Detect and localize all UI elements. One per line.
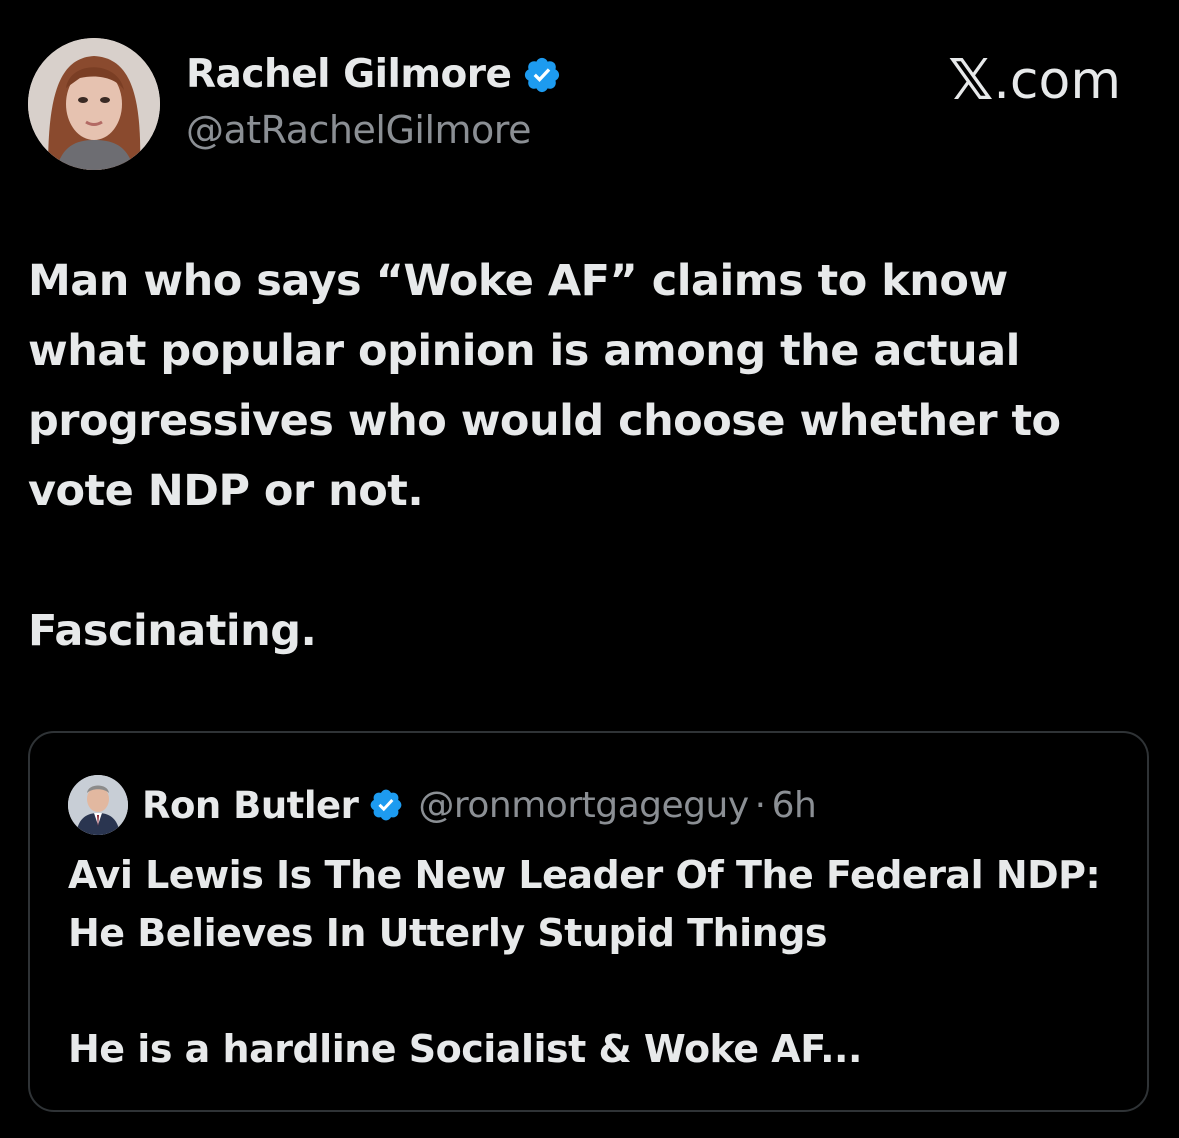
quoted-paragraph-1: Avi Lewis Is The New Leader Of The Feder… [68,853,1101,955]
quoted-post-time[interactable]: 6h [772,785,817,826]
quoted-post-text: Avi Lewis Is The New Leader Of The Feder… [68,846,1118,1078]
brand-domain: .com [993,50,1121,111]
author-avatar[interactable] [28,38,160,170]
quoted-profile-photo-icon [68,775,128,835]
quoted-post-header: Ron Butler @ronmortgageguy · 6h [68,775,817,835]
quoted-author-name[interactable]: Ron Butler [142,784,359,827]
x-logo-icon: 𝕏 [948,48,994,113]
post-paragraph-1: Man who says “Woke AF” claims to know wh… [28,256,1061,516]
verified-badge-icon [371,789,402,821]
quoted-author-handle[interactable]: @ronmortgageguy [418,785,749,826]
author-handle[interactable]: @atRachelGilmore [186,108,531,152]
post-text: Man who says “Woke AF” claims to know wh… [28,246,1138,666]
separator-dot: · [754,784,766,826]
quoted-paragraph-2: He is a hardline Socialist & Woke AF... [68,1027,862,1071]
brand-watermark: 𝕏 .com [948,48,1121,113]
quoted-post-card[interactable]: Ron Butler @ronmortgageguy · 6h Avi Lewi… [28,731,1149,1112]
author-name-text[interactable]: Rachel Gilmore [186,52,512,97]
profile-photo-icon [28,38,160,170]
post-paragraph-2: Fascinating. [28,606,317,656]
author-name[interactable]: Rachel Gilmore [186,52,562,97]
verified-badge-icon [524,57,559,92]
quoted-author-avatar[interactable] [68,775,128,835]
